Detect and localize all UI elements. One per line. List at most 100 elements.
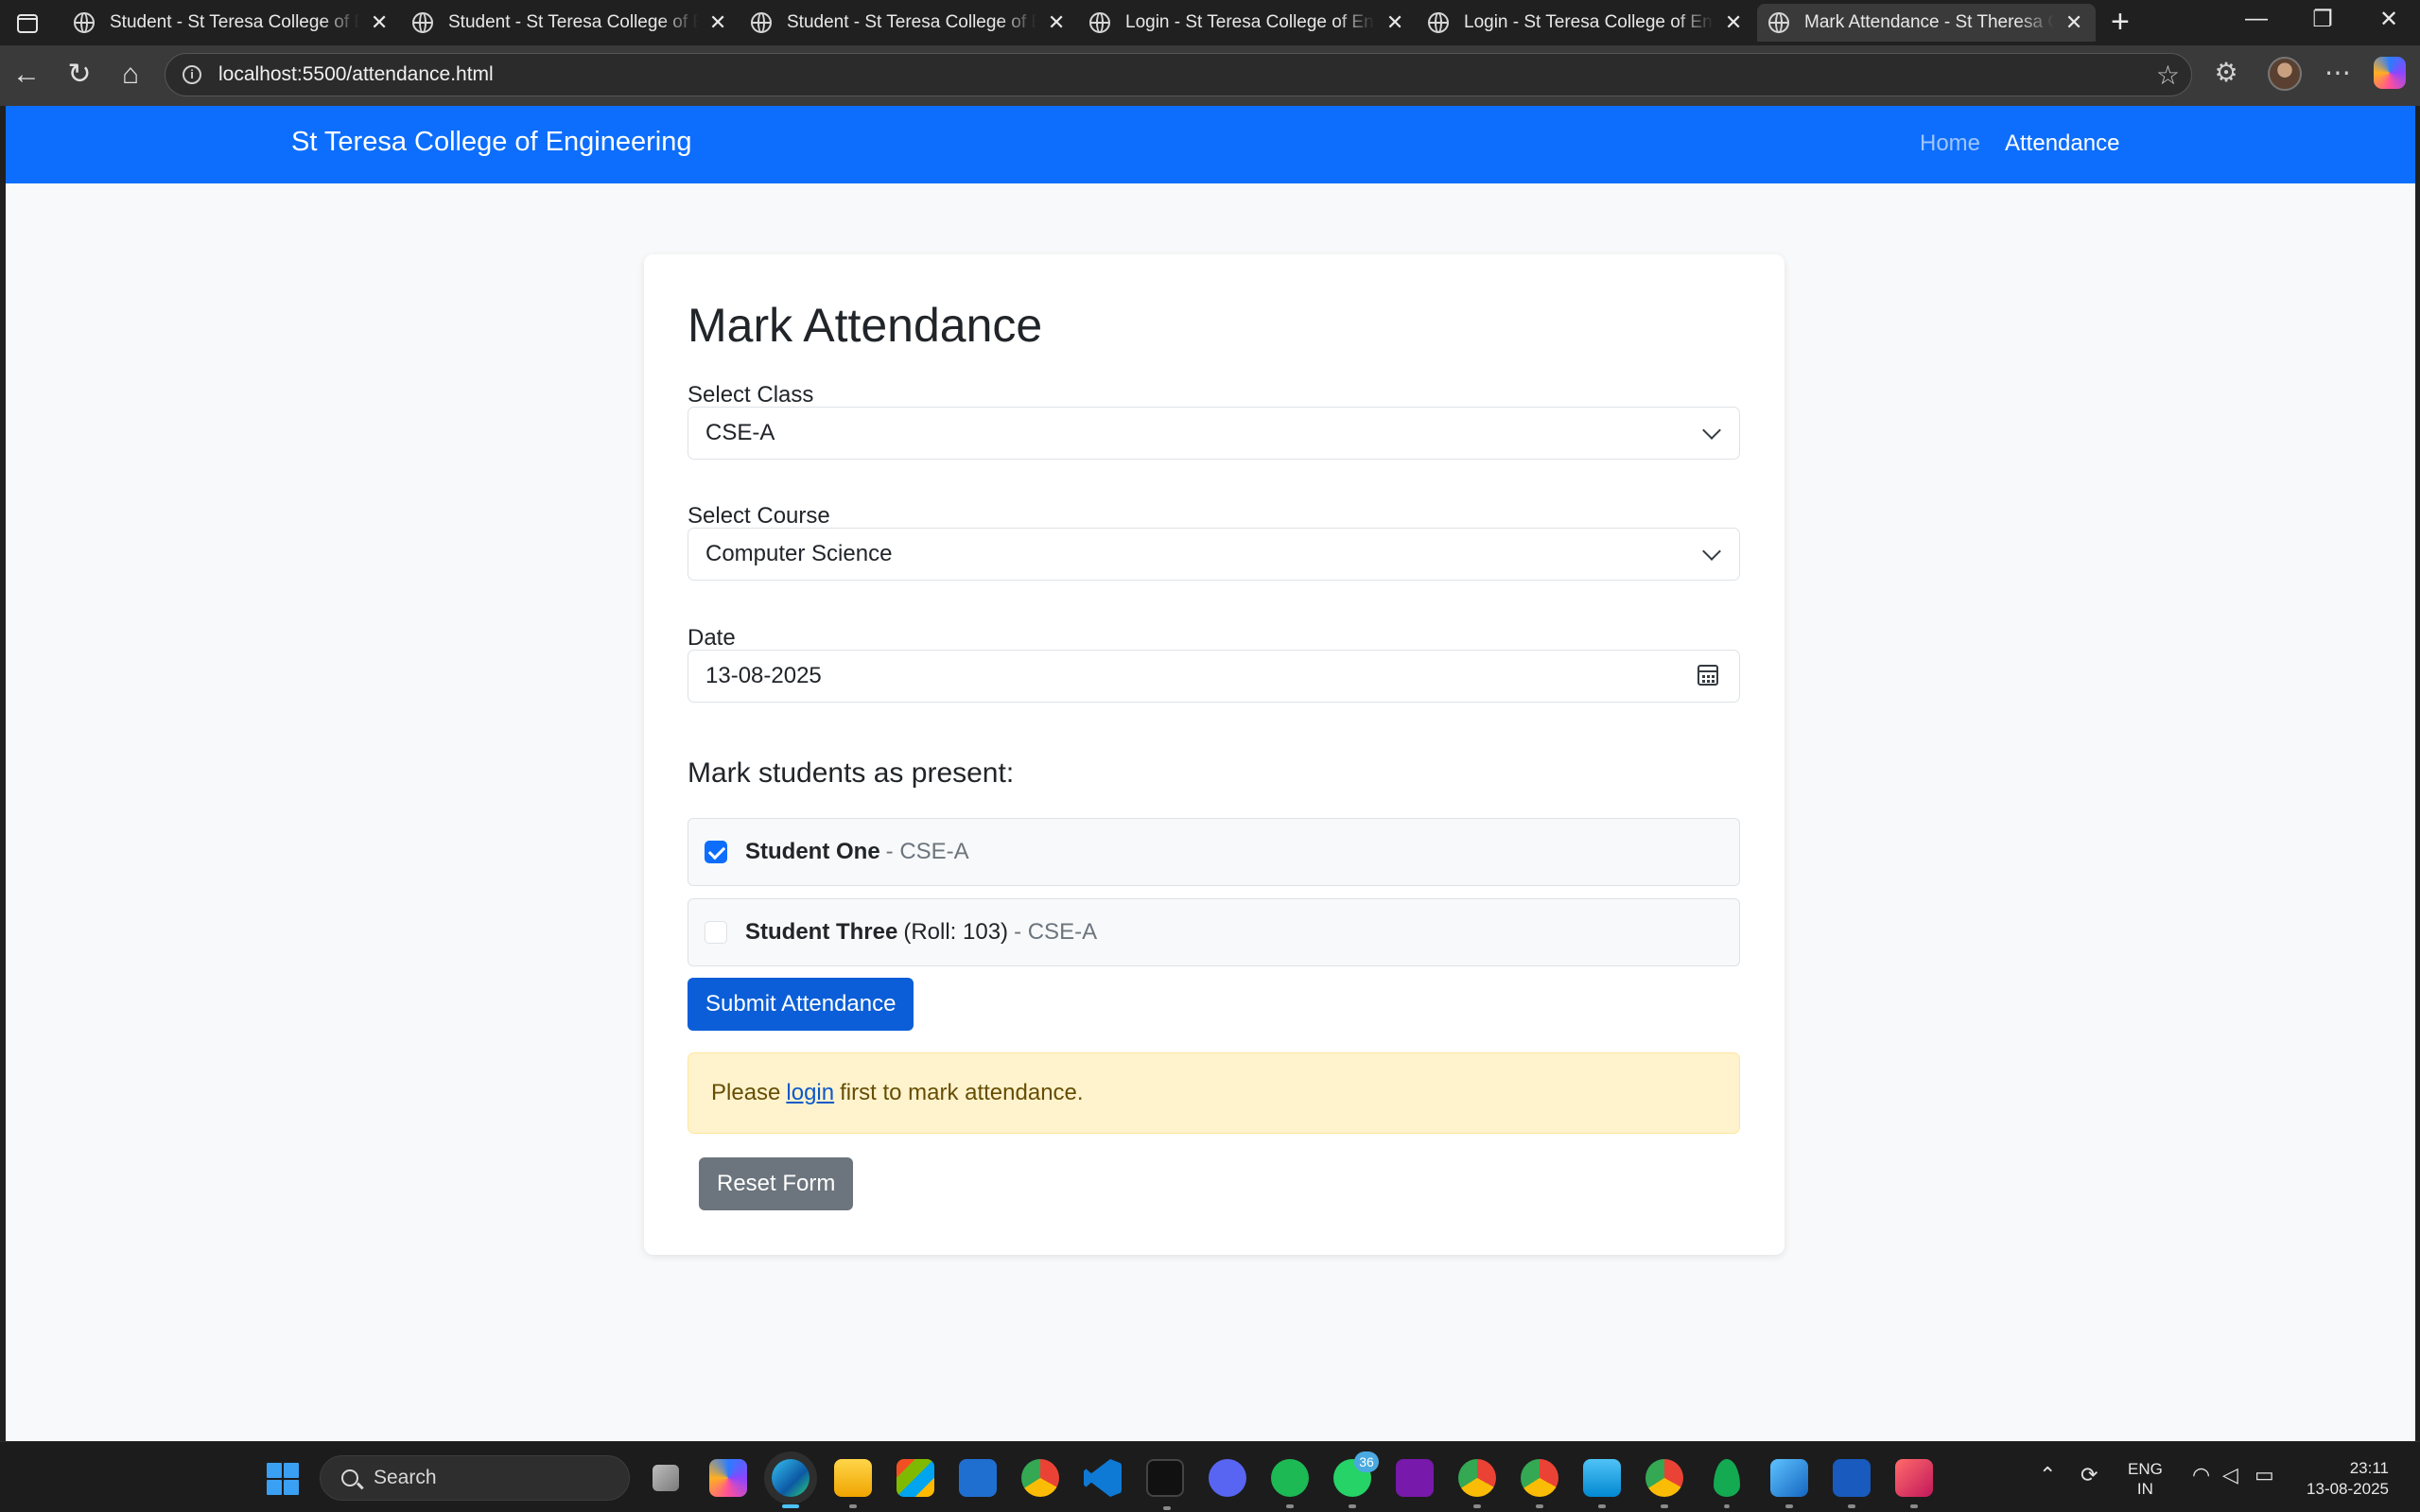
date-input-value: 13-08-2025 <box>705 663 822 688</box>
browser-tab[interactable]: Login - St Teresa College of Engineering… <box>1078 4 1417 42</box>
calendar-icon[interactable] <box>1697 665 1718 686</box>
submit-attendance-button[interactable]: Submit Attendance <box>688 978 914 1031</box>
browser-tab[interactable]: Student - St Teresa College of Engineeri… <box>740 4 1078 42</box>
reset-form-button[interactable]: Reset Form <box>699 1157 854 1210</box>
language-code: ENG <box>2128 1460 2163 1478</box>
volume-icon[interactable]: ◁ <box>2222 1463 2238 1487</box>
tab-close-icon[interactable]: ✕ <box>369 10 390 35</box>
date-label: Date <box>688 625 736 651</box>
students-heading: Mark students as present: <box>688 757 1015 789</box>
word-icon[interactable] <box>1833 1459 1871 1508</box>
edge-icon[interactable] <box>772 1459 810 1508</box>
attendance-card: Mark Attendance Select Class CSE-A Selec… <box>644 254 1785 1255</box>
region-code: IN <box>2136 1480 2153 1498</box>
browser-tab-bar: Student - St Teresa College of Engineeri… <box>0 0 2420 45</box>
whatsapp-icon[interactable]: 36 <box>1333 1451 1379 1508</box>
sync-icon[interactable]: ⟳ <box>2081 1463 2098 1487</box>
address-bar[interactable]: i localhost:5500/attendance.html ☆ <box>165 53 2192 96</box>
vscode-icon[interactable] <box>1084 1459 1122 1497</box>
discord-icon[interactable] <box>1209 1459 1246 1497</box>
restore-icon[interactable]: ❐ <box>2304 6 2342 33</box>
tab-title: Login - St Teresa College of Engineering <box>1464 12 1714 32</box>
site-info-icon[interactable]: i <box>183 65 201 84</box>
new-tab-button[interactable]: + <box>2111 4 2130 41</box>
student-class: - CSE-A <box>1014 919 1098 945</box>
student-list-item[interactable]: Student Three (Roll: 103) - CSE-A <box>688 898 1740 966</box>
terminal-app-icon[interactable] <box>1146 1459 1184 1510</box>
present-checkbox[interactable] <box>705 921 727 944</box>
nav-link-home[interactable]: Home <box>1920 130 1980 157</box>
chrome-profile-icon[interactable] <box>1645 1459 1683 1508</box>
tab-close-icon[interactable]: ✕ <box>707 10 728 35</box>
url-text: localhost:5500/attendance.html <box>218 63 494 85</box>
system-clock[interactable]: 23:11 13-08-2025 <box>2300 1458 2389 1500</box>
back-icon[interactable]: ← <box>8 59 45 91</box>
class-label: Select Class <box>688 382 814 408</box>
nav-link-attendance[interactable]: Attendance <box>2005 130 2119 157</box>
task-view-icon[interactable] <box>653 1465 679 1491</box>
site-navbar: St Teresa College of Engineering Home At… <box>6 106 2415 183</box>
course-label: Select Course <box>688 503 830 529</box>
globe-icon <box>1428 12 1449 33</box>
chevron-down-icon <box>1702 421 1721 440</box>
windows-start-icon[interactable] <box>267 1463 299 1495</box>
spotify-icon[interactable] <box>1271 1459 1309 1508</box>
taskbar-search[interactable]: Search <box>320 1455 630 1501</box>
minimize-icon[interactable]: — <box>2237 6 2275 32</box>
wifi-icon[interactable]: ◠ <box>2192 1463 2210 1487</box>
refresh-icon[interactable]: ↻ <box>61 59 98 91</box>
battery-icon[interactable]: ▭ <box>2255 1463 2274 1487</box>
more-options-icon[interactable]: ⋯ <box>2319 57 2357 88</box>
copilot-app-icon[interactable] <box>709 1459 747 1497</box>
chrome-icon[interactable] <box>1021 1459 1059 1497</box>
microsoft-store-icon[interactable] <box>897 1459 934 1497</box>
tab-close-icon[interactable]: ✕ <box>2063 10 2084 35</box>
extensions-icon[interactable]: ⚙ <box>2207 57 2245 88</box>
chrome-profile-icon[interactable] <box>1458 1459 1496 1508</box>
course-select[interactable]: Computer Science <box>688 528 1740 581</box>
student-name: Student Three <box>745 919 898 945</box>
globe-icon <box>1768 12 1789 33</box>
browser-tab-active[interactable]: Mark Attendance - St Theresa College ✕ <box>1757 4 2096 42</box>
notepad-icon[interactable] <box>1583 1459 1621 1508</box>
favorite-star-icon[interactable]: ☆ <box>2156 60 2180 91</box>
class-select[interactable]: CSE-A <box>688 407 1740 460</box>
login-warning-alert: Please login first to mark attendance. <box>688 1052 1740 1134</box>
tab-close-icon[interactable]: ✕ <box>1723 10 1744 35</box>
student-roll: (Roll: 103) <box>903 919 1009 945</box>
copilot-icon[interactable] <box>2374 57 2406 89</box>
onenote-icon[interactable] <box>1396 1459 1434 1497</box>
profile-avatar[interactable] <box>2268 57 2302 91</box>
date-input[interactable]: 13-08-2025 <box>688 650 1740 703</box>
browser-tab[interactable]: Login - St Teresa College of Engineering… <box>1417 4 1755 42</box>
tab-title: Student - St Teresa College of Engineeri… <box>448 12 698 32</box>
notification-badge: 36 <box>1354 1451 1379 1472</box>
alert-text-before: Please <box>711 1080 781 1105</box>
language-indicator[interactable]: ENG IN <box>2128 1459 2163 1499</box>
snipping-tool-icon[interactable] <box>1895 1459 1933 1508</box>
present-checkbox[interactable] <box>705 841 727 863</box>
tab-actions-icon[interactable] <box>13 11 42 34</box>
sketch-app-icon[interactable] <box>959 1459 997 1497</box>
tab-close-icon[interactable]: ✕ <box>1384 10 1405 35</box>
globe-icon <box>412 12 433 33</box>
home-icon[interactable]: ⌂ <box>112 59 149 91</box>
close-window-icon[interactable]: ✕ <box>2370 6 2408 33</box>
tab-close-icon[interactable]: ✕ <box>1046 10 1067 35</box>
globe-icon <box>74 12 95 33</box>
browser-tab[interactable]: Student - St Teresa College of Engineeri… <box>62 4 401 42</box>
browser-tab[interactable]: Student - St Teresa College of Engineeri… <box>401 4 740 42</box>
paint-icon[interactable] <box>1770 1459 1808 1508</box>
clock-date: 13-08-2025 <box>2307 1480 2389 1498</box>
chrome-profile-icon[interactable] <box>1521 1459 1558 1508</box>
file-explorer-icon[interactable] <box>834 1459 872 1508</box>
page-viewport: St Teresa College of Engineering Home At… <box>6 106 2415 1441</box>
student-list-item[interactable]: Student One - CSE-A <box>688 818 1740 886</box>
tab-title: Student - St Teresa College of Engineeri… <box>110 12 359 32</box>
tab-title: Login - St Teresa College of Engineering <box>1125 12 1375 32</box>
globe-icon <box>1089 12 1110 33</box>
navbar-brand[interactable]: St Teresa College of Engineering <box>291 127 691 158</box>
mongodb-compass-icon[interactable] <box>1714 1459 1740 1508</box>
chevron-up-icon[interactable]: ⌃ <box>2039 1463 2056 1487</box>
login-link[interactable]: login <box>786 1080 834 1106</box>
